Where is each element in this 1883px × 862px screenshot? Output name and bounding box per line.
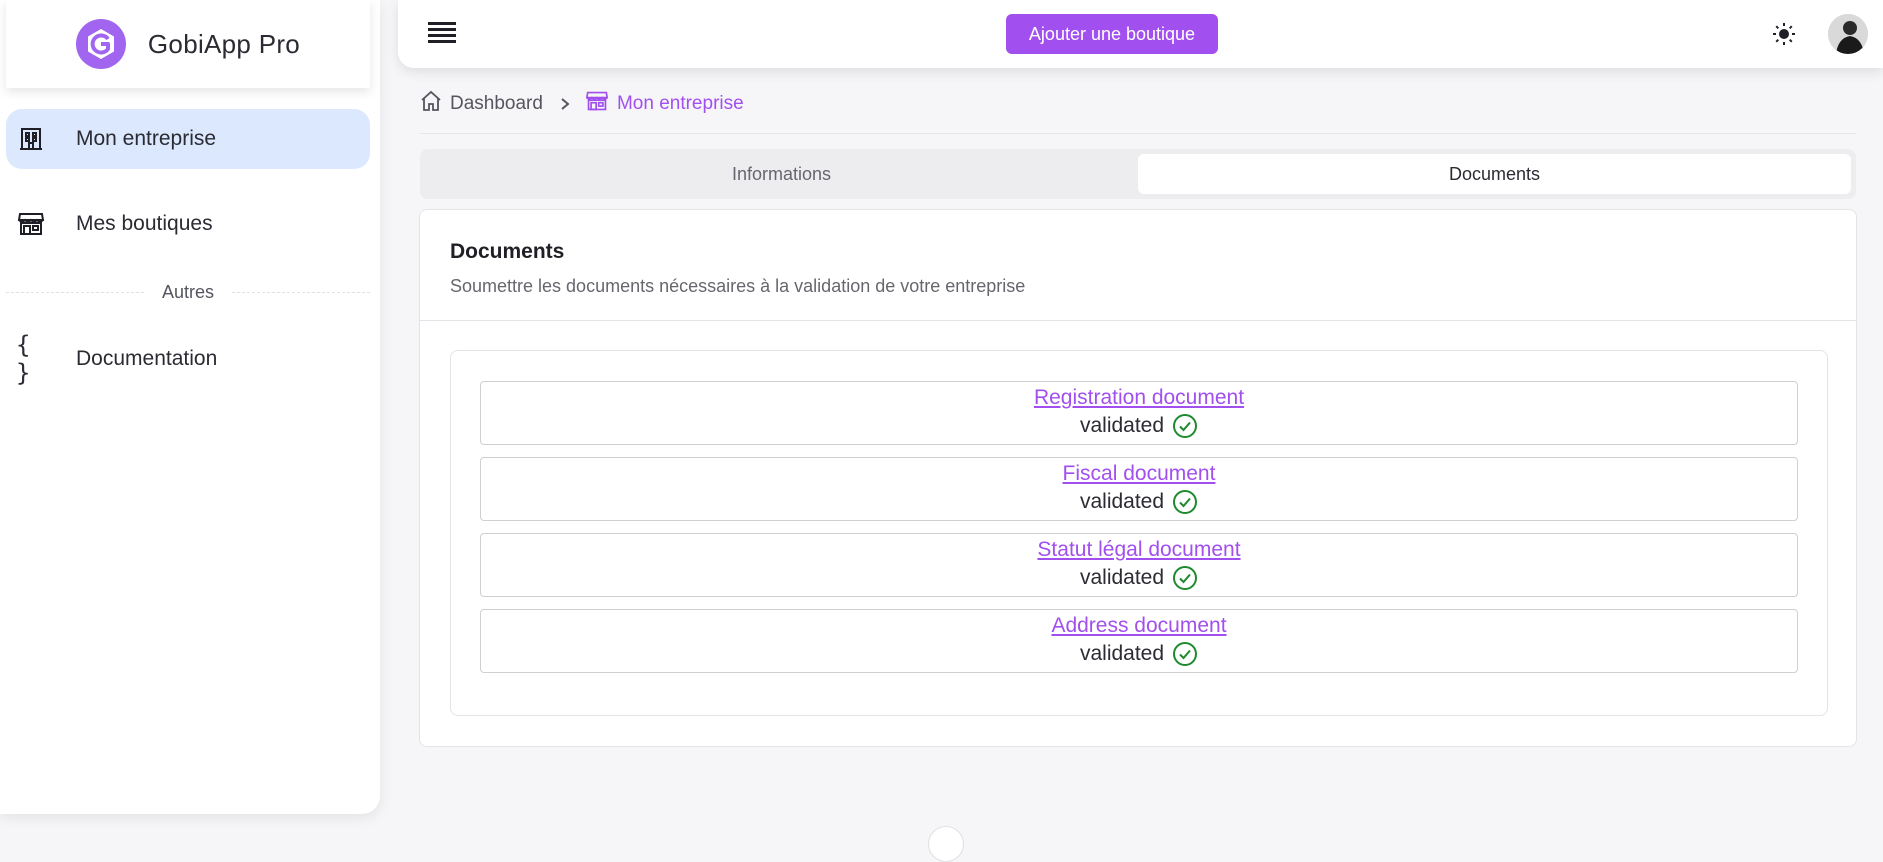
document-status: validated (1080, 487, 1198, 517)
document-link[interactable]: Registration document (1034, 385, 1244, 411)
building-icon (16, 124, 46, 154)
hamburger-menu-icon[interactable] (428, 22, 456, 46)
scroll-to-top-button[interactable] (928, 826, 964, 862)
tab-informations[interactable]: Informations (425, 154, 1138, 194)
status-text: validated (1079, 414, 1165, 437)
document-item: Statut légal document validated (480, 533, 1798, 597)
store-icon (585, 90, 609, 118)
check-circle-icon (1173, 642, 1198, 666)
document-link[interactable]: Statut légal document (1037, 537, 1240, 563)
breadcrumb-home[interactable]: Dashboard (420, 90, 543, 118)
document-status: validated (1080, 563, 1198, 593)
document-link[interactable]: Fiscal document (1063, 461, 1216, 487)
status-text: validated (1079, 566, 1165, 589)
sidebar-item-label: Mon entreprise (76, 127, 217, 150)
check-circle-icon (1173, 414, 1198, 438)
breadcrumb-divider (420, 133, 1856, 134)
documents-card: Documents Soumettre les documents nécess… (419, 209, 1857, 747)
tab-bar: Informations Documents (420, 149, 1856, 199)
check-circle-icon (1173, 566, 1198, 590)
check-circle-icon (1173, 490, 1198, 514)
documents-list: Registration document validated Fiscal d… (450, 350, 1828, 716)
breadcrumb-home-label: Dashboard (450, 93, 543, 114)
sidebar-item-mon-entreprise[interactable]: Mon entreprise (6, 109, 370, 169)
status-text: validated (1079, 642, 1165, 665)
card-header: Documents Soumettre les documents nécess… (420, 210, 1856, 321)
document-item: Registration document validated (480, 381, 1798, 445)
chevron-right-icon (559, 97, 571, 111)
sidebar-item-label: Mes boutiques (76, 212, 213, 235)
add-shop-button[interactable]: Ajouter une boutique (1006, 14, 1218, 54)
tab-documents[interactable]: Documents (1138, 154, 1851, 194)
gobiapp-logo-icon (75, 19, 126, 69)
brand-name: GobiApp Pro (147, 28, 301, 59)
document-status: validated (1080, 411, 1198, 441)
sidebar-section-divider: Autres (6, 280, 370, 304)
card-title: Documents (450, 240, 565, 263)
sidebar-item-documentation[interactable]: { } Documentation (6, 329, 370, 389)
card-subtitle: Soumettre les documents nécessaires à la… (450, 276, 1026, 296)
sidebar-item-mes-boutiques[interactable]: Mes boutiques (6, 194, 370, 254)
store-icon (16, 209, 46, 239)
document-item: Address document validated (480, 609, 1798, 673)
document-status: validated (1080, 639, 1198, 669)
breadcrumb-current-label: Mon entreprise (616, 93, 744, 114)
breadcrumb-current: Mon entreprise (585, 90, 744, 118)
sun-icon[interactable] (1772, 22, 1796, 46)
brand-header[interactable]: GobiApp Pro (6, 0, 370, 88)
sidebar: GobiApp Pro Mon entreprise Mes boutiques (0, 0, 380, 814)
sidebar-item-label: Documentation (76, 347, 218, 370)
curly-braces-icon: { } (16, 331, 31, 387)
top-bar: Ajouter une boutique (398, 0, 1883, 68)
document-item: Fiscal document validated (480, 457, 1798, 521)
user-avatar[interactable] (1828, 14, 1868, 54)
home-icon (420, 90, 442, 118)
divider-line (232, 291, 370, 293)
section-label: Autres (161, 281, 215, 302)
status-text: validated (1079, 490, 1165, 513)
breadcrumb: Dashboard Mon entreprise (420, 90, 744, 118)
document-link[interactable]: Address document (1051, 613, 1226, 639)
divider-line (6, 291, 144, 293)
